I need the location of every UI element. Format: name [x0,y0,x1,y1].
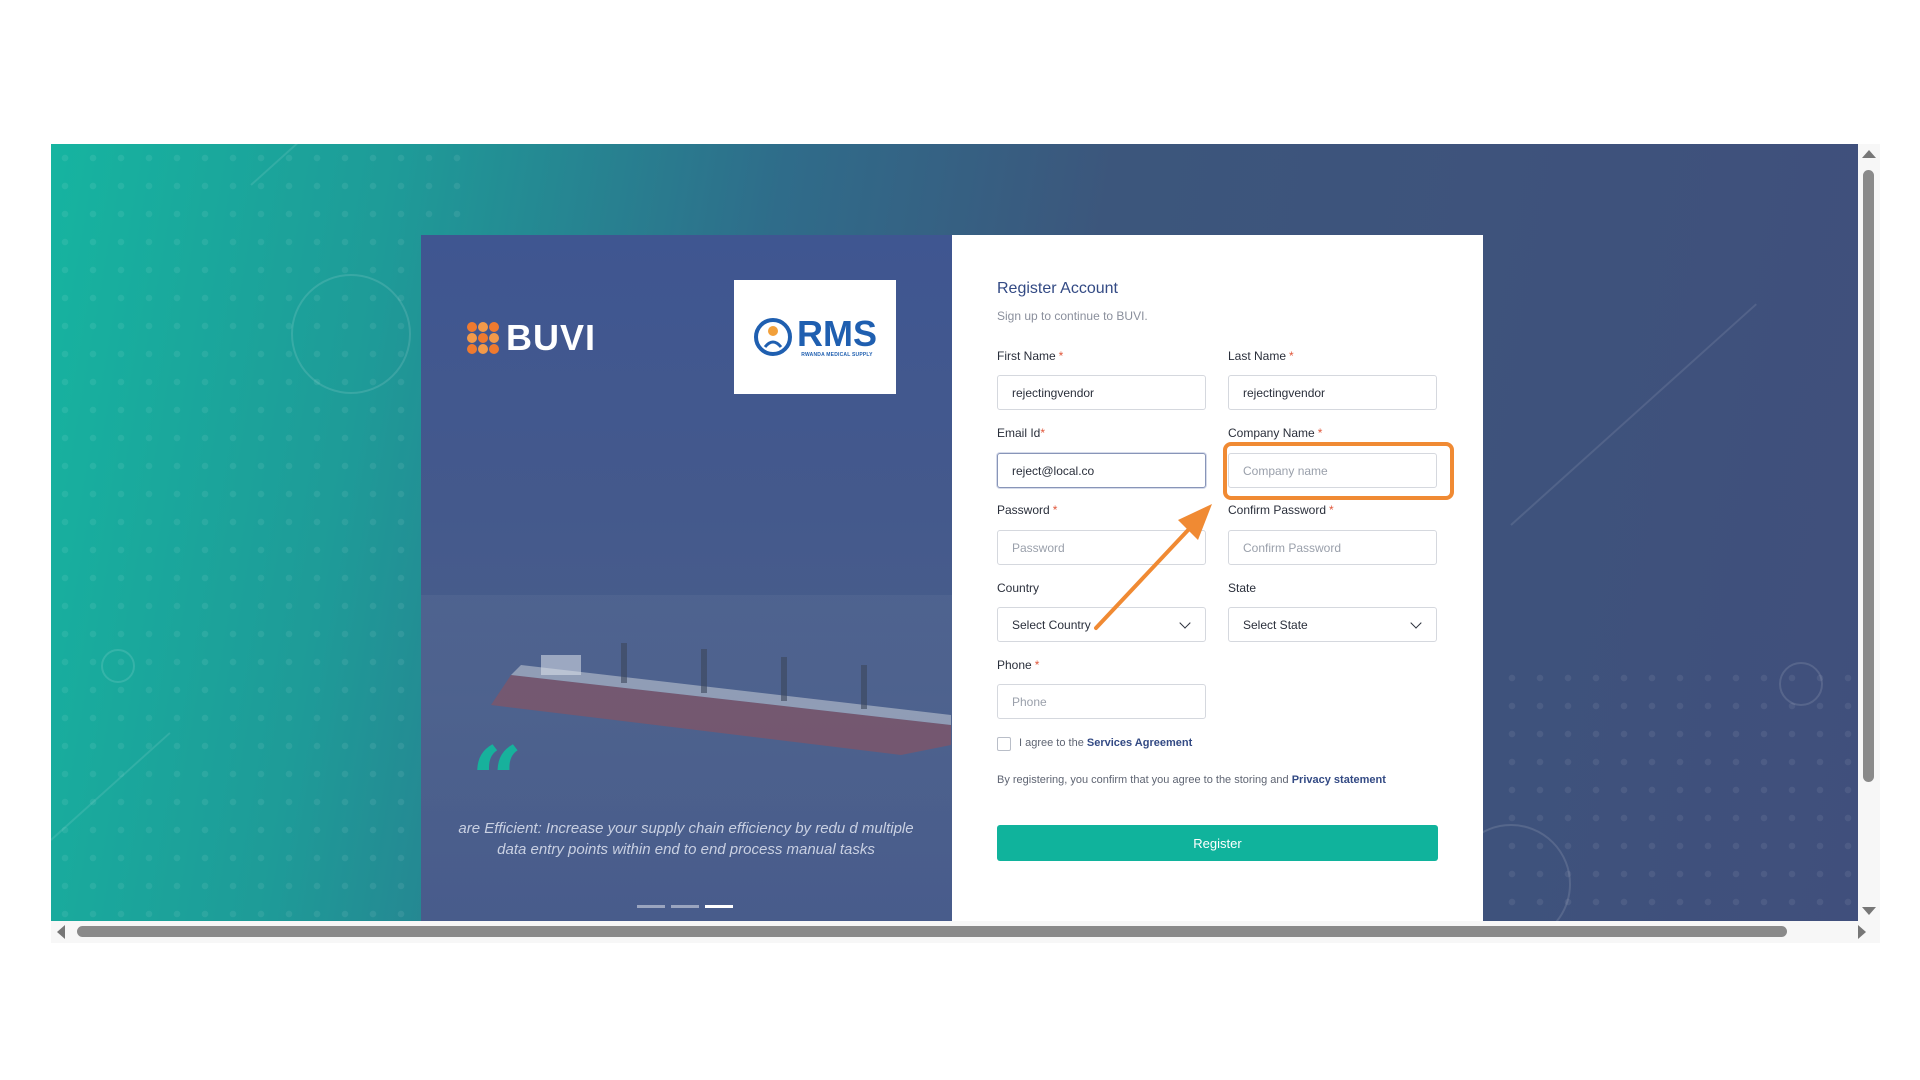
carousel-dot-active[interactable] [705,905,733,908]
required-marker: * [1052,503,1058,517]
last-name-label: Last Name * [1228,349,1294,363]
scroll-up-icon[interactable] [1862,150,1876,158]
first-name-input[interactable] [997,375,1206,410]
scroll-down-icon[interactable] [1862,907,1876,915]
carousel-slide-text: are Efficient: Increase your supply chai… [458,820,914,858]
partner-logo-text: RMS [797,313,877,354]
vertical-scrollbar[interactable] [1858,144,1880,921]
password-label: Password * [997,503,1058,517]
privacy-statement-link[interactable]: Privacy statement [1292,774,1386,786]
confirm-password-input[interactable] [1228,530,1437,565]
chevron-down-icon [1410,617,1422,629]
confirm-password-label: Confirm Password * [1228,503,1334,517]
partner-logo-subtext: RWANDA MEDICAL SUPPLY [801,352,873,358]
services-agreement-link[interactable]: Services Agreement [1087,737,1192,749]
form-subtitle: Sign up to continue to BUVI. [997,309,1148,323]
scroll-left-icon[interactable] [57,925,65,939]
horizontal-scrollbar[interactable] [51,921,1880,943]
state-label: State [1228,581,1257,595]
agree-checkbox[interactable] [997,737,1011,751]
state-select[interactable]: Select State [1228,607,1437,642]
branding-panel: BUVI RMS RWANDA MEDICAL SUPPLY “ are Eff… [421,235,952,921]
phone-input[interactable] [997,684,1206,719]
required-marker: * [1317,426,1323,440]
buvi-logo-icon [467,322,499,354]
quote-icon: “ [471,727,523,833]
register-button[interactable]: Register [997,825,1438,861]
required-marker: * [1058,349,1064,363]
decorative-circle [291,274,411,394]
horizontal-scroll-thumb[interactable] [77,926,1787,937]
form-title: Register Account [997,280,1118,297]
phone-label: Phone * [997,658,1040,672]
carousel-dot[interactable] [671,905,699,908]
required-marker: * [1329,503,1334,517]
background-dot-pattern [51,144,471,921]
last-name-input[interactable] [1228,375,1437,410]
buvi-logo: BUVI [466,317,596,359]
required-marker: * [1040,426,1046,440]
country-select-value: Select Country [1012,617,1091,632]
company-name-label: Company Name * [1228,426,1323,440]
rms-logo-icon [754,318,792,356]
brand-name: BUVI [506,317,597,358]
carousel-indicators [637,905,733,908]
state-select-value: Select State [1243,617,1308,632]
agree-text: I agree to the Services Agreement [1019,737,1193,749]
required-marker: * [1289,349,1294,363]
decorative-circle [1779,662,1823,706]
decorative-line [1510,303,1757,526]
partner-logo: RMS RWANDA MEDICAL SUPPLY [734,280,896,394]
email-input[interactable] [997,453,1206,488]
ship-illustration [491,643,951,755]
vertical-scroll-thumb[interactable] [1863,170,1874,782]
country-label: Country [997,581,1040,595]
arrow-icon [1094,504,1212,630]
required-marker: * [1034,658,1040,672]
consent-text: By registering, you confirm that you agr… [997,774,1386,786]
carousel-dot[interactable] [637,905,665,908]
scroll-right-icon[interactable] [1858,925,1866,939]
decorative-circle [101,649,135,683]
first-name-label: First Name * [997,349,1064,363]
company-name-highlight [1223,442,1454,500]
email-label: Email Id* [997,426,1046,440]
